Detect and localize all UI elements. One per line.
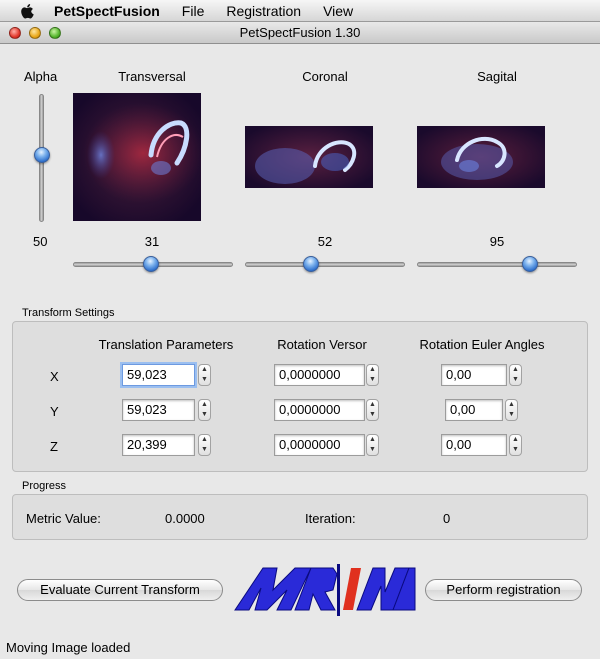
translation-z-stepper[interactable]: ▲ ▼ <box>198 434 211 456</box>
transversal-image[interactable] <box>73 93 201 221</box>
menu-bar: PetSpectFusion File Registration View <box>0 0 600 22</box>
rotation-versor-header: Rotation Versor <box>277 337 367 352</box>
coronal-slider[interactable] <box>245 262 405 267</box>
coronal-image[interactable] <box>245 126 373 188</box>
translation-y-stepper[interactable]: ▲ ▼ <box>198 399 211 421</box>
perform-registration-button[interactable]: Perform registration <box>425 579 582 601</box>
euler-x-stepper[interactable]: ▲ ▼ <box>509 364 522 386</box>
window-title: PetSpectFusion 1.30 <box>239 25 361 40</box>
versor-x-stepper[interactable]: ▲ ▼ <box>366 364 379 386</box>
coronal-label: Coronal <box>302 69 348 84</box>
euler-y-stepper[interactable]: ▲ ▼ <box>505 399 518 421</box>
axis-z-label: Z <box>50 439 58 454</box>
euler-x-field[interactable]: 0,00 <box>441 364 507 386</box>
translation-x-stepper[interactable]: ▲ ▼ <box>198 364 211 386</box>
sagital-image[interactable] <box>417 126 545 188</box>
versor-z-stepper[interactable]: ▲ ▼ <box>366 434 379 456</box>
euler-y-field[interactable]: 0,00 <box>445 399 503 421</box>
minimize-window-button[interactable] <box>29 27 41 39</box>
iteration-value: 0 <box>443 511 451 526</box>
menu-app-name[interactable]: PetSpectFusion <box>54 3 160 19</box>
metric-value: 0.0000 <box>165 511 205 526</box>
transform-settings-title: Transform Settings <box>22 307 115 319</box>
coronal-slider-knob[interactable] <box>303 256 319 272</box>
transversal-slider-knob[interactable] <box>143 256 159 272</box>
euler-z-field[interactable]: 0,00 <box>441 434 507 456</box>
apple-menu-icon[interactable] <box>20 3 40 19</box>
transversal-label: Transversal <box>118 69 186 84</box>
progress-title: Progress <box>22 480 67 492</box>
status-text: Moving Image loaded <box>6 640 131 655</box>
zoom-window-button[interactable] <box>49 27 61 39</box>
metric-value-label: Metric Value: <box>26 511 101 526</box>
axis-y-label: Y <box>50 404 59 419</box>
coronal-value: 52 <box>317 234 333 249</box>
iteration-label: Iteration: <box>305 511 356 526</box>
versor-x-field[interactable]: 0,0000000 <box>274 364 365 386</box>
alpha-label: Alpha <box>24 69 58 84</box>
evaluate-transform-button[interactable]: Evaluate Current Transform <box>17 579 223 601</box>
axis-x-label: X <box>50 369 59 384</box>
mrinm-logo <box>233 562 417 618</box>
translation-z-field[interactable]: 20,399 <box>122 434 195 456</box>
sagital-label: Sagital <box>477 69 517 84</box>
versor-z-field[interactable]: 0,0000000 <box>274 434 365 456</box>
versor-y-stepper[interactable]: ▲ ▼ <box>366 399 379 421</box>
translation-header: Translation Parameters <box>98 337 234 352</box>
main-window: Alpha 50 Transversal Coronal Sagital 31 … <box>0 44 600 659</box>
alpha-slider-knob[interactable] <box>34 147 50 163</box>
versor-y-field[interactable]: 0,0000000 <box>274 399 365 421</box>
rotation-euler-header: Rotation Euler Angles <box>419 337 545 352</box>
translation-y-field[interactable]: 59,023 <box>122 399 195 421</box>
sagital-slider-knob[interactable] <box>522 256 538 272</box>
alpha-value: 50 <box>33 234 48 249</box>
close-window-button[interactable] <box>9 27 21 39</box>
window-titlebar[interactable]: PetSpectFusion 1.30 <box>0 22 600 44</box>
sagital-slider[interactable] <box>417 262 577 267</box>
menu-file[interactable]: File <box>182 3 205 19</box>
menu-registration[interactable]: Registration <box>226 3 301 19</box>
translation-x-field[interactable]: 59,023 <box>122 364 195 386</box>
sagital-value: 95 <box>489 234 505 249</box>
menu-view[interactable]: View <box>323 3 353 19</box>
euler-z-stepper[interactable]: ▲ ▼ <box>509 434 522 456</box>
transversal-value: 31 <box>144 234 160 249</box>
